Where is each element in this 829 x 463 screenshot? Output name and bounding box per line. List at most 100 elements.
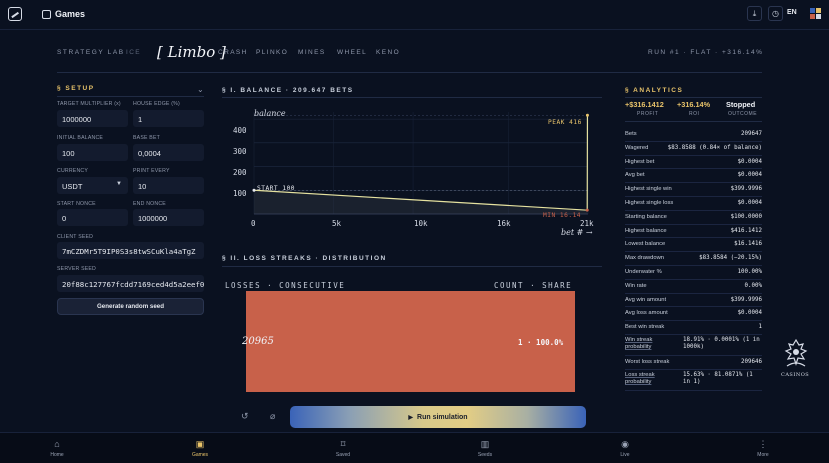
analytics-row-label: Bets [625, 131, 637, 137]
language-switch[interactable]: EN [787, 9, 797, 16]
analytics-row-label: Starting balance [625, 213, 667, 220]
tab-plinko[interactable]: PLINKO [256, 49, 288, 56]
analytics-row: Max drawdown $83.8584 (−20.15%) [625, 252, 762, 266]
reset-icon[interactable]: ↺ [241, 411, 249, 422]
tab-keno[interactable]: KENO [376, 49, 400, 56]
home-icon: ⌂ [54, 439, 60, 449]
start-nonce-input[interactable]: 0 [57, 209, 128, 226]
x-tick-label: 5k [332, 219, 342, 228]
tab-crash[interactable]: CRASH [218, 49, 248, 56]
start-point [252, 188, 256, 192]
run-info: RUN #1 · FLAT · +316.14% [648, 49, 764, 56]
distribution-col-left: LOSSES · CONSECUTIVE [225, 281, 346, 290]
tab-limbo-active[interactable]: [ Limbo ] [157, 43, 226, 61]
analytics-row-value: $416.1412 [730, 227, 762, 234]
analytics-row: Avg bet $0.0004 [625, 169, 762, 184]
top-bar: Games ⤓ ◷ EN [0, 0, 829, 30]
analytics-row: Best win streak 1 [625, 321, 762, 335]
bookmark-icon: ⌑ [340, 439, 346, 449]
divider [57, 72, 762, 73]
download-icon[interactable]: ⤓ [747, 6, 762, 21]
analytics-row-label: Win streak probability [625, 337, 653, 350]
analytics-row-value: $0.0004 [737, 200, 762, 206]
x-tick-label: 21k [580, 219, 594, 228]
print-every-input[interactable]: 10 [133, 177, 204, 194]
setup-title: § SETUP [57, 85, 95, 92]
analytics-row-value: $83.8584 (−20.15%) [699, 255, 762, 262]
divider [625, 121, 762, 122]
currency-select[interactable]: USDT ▼ [57, 177, 128, 194]
analytics-row-value: $399.9996 [730, 296, 762, 303]
house-edge-label: HOUSE EDGE (%) [133, 101, 180, 107]
print-every-label: PRINT EVERY [133, 168, 170, 174]
analytics-row-label: Highest bet [625, 158, 655, 165]
analytics-row-label: Max drawdown [625, 255, 664, 262]
initial-balance-input[interactable]: 100 [57, 144, 128, 161]
analytics-row-value: 15.63% · 81.0871% (1 in 1) [683, 371, 753, 385]
analytics-row-value: $399.9996 [730, 186, 762, 193]
min-point [585, 208, 589, 212]
divider [57, 96, 204, 97]
x-tick-label: 0 [251, 219, 256, 228]
base-bet-input[interactable]: 0,0004 [133, 144, 204, 161]
nav-games[interactable]: ▣ Games [170, 433, 230, 463]
analytics-row-label: Highest balance [625, 227, 667, 234]
app-logo-icon[interactable] [8, 7, 22, 21]
analytics-row-label: Lowest balance [625, 241, 666, 248]
nav-saved[interactable]: ⌑ Saved [313, 433, 373, 463]
page-title: Games [55, 9, 86, 19]
y-tick-label: 200 [233, 168, 247, 177]
peak-annotation: PEAK 416 [548, 119, 582, 126]
analytics-row-value: $0.0004 [737, 310, 762, 317]
analytics-row-label: Win rate [625, 282, 647, 289]
end-nonce-input[interactable]: 1000000 [133, 209, 204, 226]
y-tick-label: 100 [233, 189, 247, 198]
run-simulation-label: Run simulation [417, 413, 468, 421]
analytics-row: Highest single loss $0.0004 [625, 197, 762, 211]
analytics-row: Underwater % 100.00% [625, 266, 762, 280]
analytics-row: Avg loss amount $0.0004 [625, 307, 762, 322]
y-axis-label: balance [254, 109, 286, 118]
analytics-row: Highest bet $0.0004 [625, 156, 762, 170]
logo-text: CASINOS [781, 372, 810, 378]
analytics-row: Win streak probability 18.91% · 0.0001% (… [625, 335, 762, 356]
profit-value: +$316.1412 [625, 100, 664, 109]
server-seed-label: SERVER SEED [57, 266, 97, 272]
games-icon [42, 10, 51, 19]
analytics-row-label: Highest single loss [625, 200, 674, 206]
y-tick-label: 300 [233, 147, 247, 156]
generate-seed-button[interactable]: Generate random seed [57, 298, 204, 315]
roi-value: +316.14% [677, 100, 711, 109]
tab-wheel[interactable]: WHEEL [337, 49, 367, 56]
nav-home[interactable]: ⌂ Home [27, 433, 87, 463]
analytics-row-value: $16.1416 [734, 241, 762, 248]
chevron-down-icon[interactable]: ⌄ [197, 85, 204, 94]
history-icon[interactable]: ◷ [768, 6, 783, 21]
nav-live[interactable]: ◉ Live [595, 433, 655, 463]
outcome-value: Stopped [726, 100, 756, 109]
outcome-label: OUTCOME [728, 111, 758, 117]
theme-icon[interactable] [810, 8, 822, 20]
chevron-down-icon: ▼ [116, 181, 122, 187]
base-bet-label: BASE BET [133, 135, 160, 141]
tab-dice[interactable]: ICE [126, 49, 141, 56]
nav-more[interactable]: ⋮ More [733, 433, 793, 463]
profit-label: PROFIT [637, 111, 659, 117]
analytics-row-value: 209646 [741, 359, 762, 365]
games-icon: ▣ [195, 439, 205, 449]
server-seed-input[interactable]: 20f88c127767fcdd7169ced4d5a2eef0b [57, 275, 204, 292]
balance-section-title: § I. BALANCE · 209.647 BETS [222, 87, 354, 94]
analytics-row-value: $83.8588 (0.84× of balance) [667, 144, 762, 151]
client-seed-input[interactable]: 7mCZDMr5T9IP0S3s8twSCuKla4aTgZ [57, 242, 204, 259]
live-icon: ◉ [621, 439, 629, 449]
nav-seeds[interactable]: ▥ Seeds [455, 433, 515, 463]
analytics-row-value: 18.91% · 0.0001% (1 in 1000k) [683, 337, 760, 350]
link-icon[interactable]: ⌀ [270, 411, 275, 422]
tab-mines[interactable]: MINES [298, 49, 326, 56]
divider [625, 97, 762, 98]
run-simulation-button[interactable]: ▶ Run simulation [290, 406, 586, 428]
balance-chart [252, 112, 589, 215]
house-edge-input[interactable]: 1 [133, 110, 204, 127]
target-multiplier-input[interactable]: 1000000 [57, 110, 128, 127]
analytics-row-label: Best win streak [625, 324, 665, 331]
